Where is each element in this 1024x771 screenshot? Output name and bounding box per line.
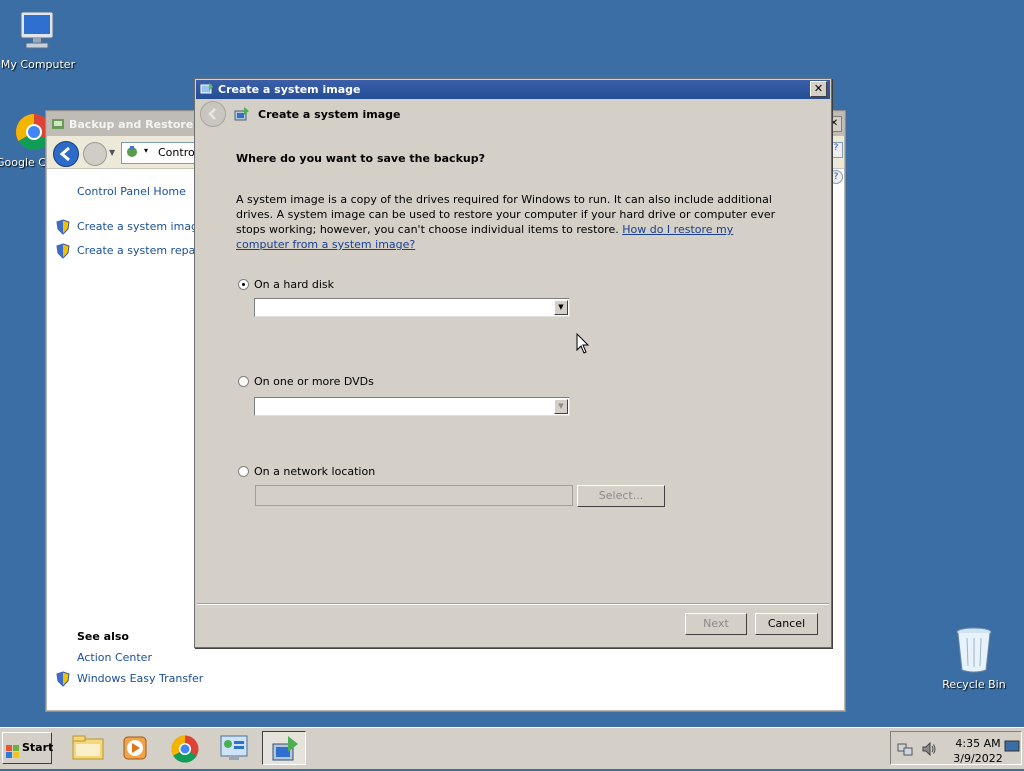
chevron-down-icon[interactable]: ▼ xyxy=(554,399,568,414)
dialog-titlebar[interactable]: Create a system image xyxy=(196,80,830,99)
address-bar[interactable]: ▾ Control xyxy=(121,142,203,164)
taskbar: Start 4:35 AM 3/9/2022 xyxy=(0,727,1024,769)
dvd-dropdown[interactable]: ▼ xyxy=(254,397,570,416)
control-panel-icon xyxy=(125,145,139,162)
network-location-input[interactable] xyxy=(255,485,573,506)
radio-dvds[interactable] xyxy=(238,376,249,387)
clock-date[interactable]: 3/9/2022 xyxy=(949,752,1007,765)
start-label: Start xyxy=(22,741,54,754)
select-button[interactable]: Select... xyxy=(577,485,665,507)
history-chevron-icon[interactable]: ▼ xyxy=(109,148,115,157)
close-icon[interactable]: ✕ xyxy=(810,81,827,97)
option-dvds-label: On one or more DVDs xyxy=(254,375,374,388)
hard-disk-dropdown[interactable]: ▼ xyxy=(254,298,570,317)
taskbar-control-panel[interactable] xyxy=(212,731,256,765)
forward-arrow-icon[interactable] xyxy=(83,142,107,166)
windows-logo-icon xyxy=(6,741,20,771)
create-system-image-dialog: Create a system image ✕ Create a system … xyxy=(194,78,832,648)
cancel-button[interactable]: Cancel xyxy=(755,613,818,635)
windows-easy-transfer-link[interactable]: Windows Easy Transfer xyxy=(77,672,203,685)
footer-divider xyxy=(197,604,829,605)
shield-icon xyxy=(56,671,70,690)
control-panel-home-link[interactable]: Control Panel Home xyxy=(77,185,186,198)
show-desktop-icon[interactable] xyxy=(1004,740,1020,757)
media-player-icon xyxy=(122,735,148,764)
taskbar-chrome[interactable] xyxy=(163,731,207,765)
taskbar-system-image[interactable] xyxy=(262,731,306,765)
dialog-title: Create a system image xyxy=(218,83,361,96)
taskbar-explorer[interactable] xyxy=(66,731,110,765)
see-also-heading: See also xyxy=(77,630,129,643)
taskbar-media-player[interactable] xyxy=(114,731,158,765)
action-center-link[interactable]: Action Center xyxy=(77,651,152,664)
sidebar-item-create-image[interactable]: Create a system image xyxy=(77,220,205,233)
control-panel-icon xyxy=(219,734,249,765)
sidebar-item-create-repair-disc[interactable]: Create a system repair c xyxy=(77,244,212,257)
system-image-icon xyxy=(270,734,300,767)
option-hard-disk-label: On a hard disk xyxy=(254,278,335,291)
description-text: A system image is a copy of the drives r… xyxy=(236,192,776,252)
radio-network[interactable] xyxy=(238,466,249,477)
desktop-icon-recycle-bin[interactable]: Recycle Bin xyxy=(932,626,1016,691)
volume-icon[interactable] xyxy=(921,741,937,760)
breadcrumb-chevron-icon[interactable]: ▾ xyxy=(144,146,148,155)
my-computer-label: My Computer xyxy=(0,58,76,71)
option-network-label: On a network location xyxy=(254,465,376,478)
bg-window-title: Backup and Restore xyxy=(69,118,194,131)
system-image-icon xyxy=(200,82,214,99)
computer-icon xyxy=(15,10,61,54)
shield-icon xyxy=(56,243,70,262)
start-button[interactable]: Start xyxy=(2,732,54,764)
system-tray: 4:35 AM 3/9/2022 xyxy=(890,731,1022,765)
wizard-header: Create a system image xyxy=(196,99,830,129)
folder-icon xyxy=(72,735,104,764)
backup-restore-icon xyxy=(51,117,65,134)
next-button[interactable]: Next xyxy=(685,613,747,635)
system-image-icon xyxy=(234,106,250,125)
mouse-cursor-icon xyxy=(576,332,590,358)
network-icon[interactable] xyxy=(897,741,913,760)
recycle-bin-label: Recycle Bin xyxy=(942,678,1006,691)
clock-time[interactable]: 4:35 AM xyxy=(953,737,1003,750)
chrome-icon xyxy=(170,734,200,767)
address-text: Control xyxy=(158,146,198,159)
desktop-icon-my-computer[interactable]: My Computer xyxy=(0,10,80,71)
wizard-title: Create a system image xyxy=(258,108,401,121)
wizard-content: Where do you want to save the backup? A … xyxy=(197,129,829,604)
radio-hard-disk[interactable] xyxy=(238,279,249,290)
back-arrow-icon[interactable] xyxy=(53,141,79,167)
back-arrow-icon[interactable] xyxy=(200,101,226,127)
recycle-bin-icon xyxy=(954,626,994,674)
shield-icon xyxy=(56,219,70,238)
chevron-down-icon[interactable]: ▼ xyxy=(554,300,568,315)
page-heading: Where do you want to save the backup? xyxy=(236,152,485,165)
